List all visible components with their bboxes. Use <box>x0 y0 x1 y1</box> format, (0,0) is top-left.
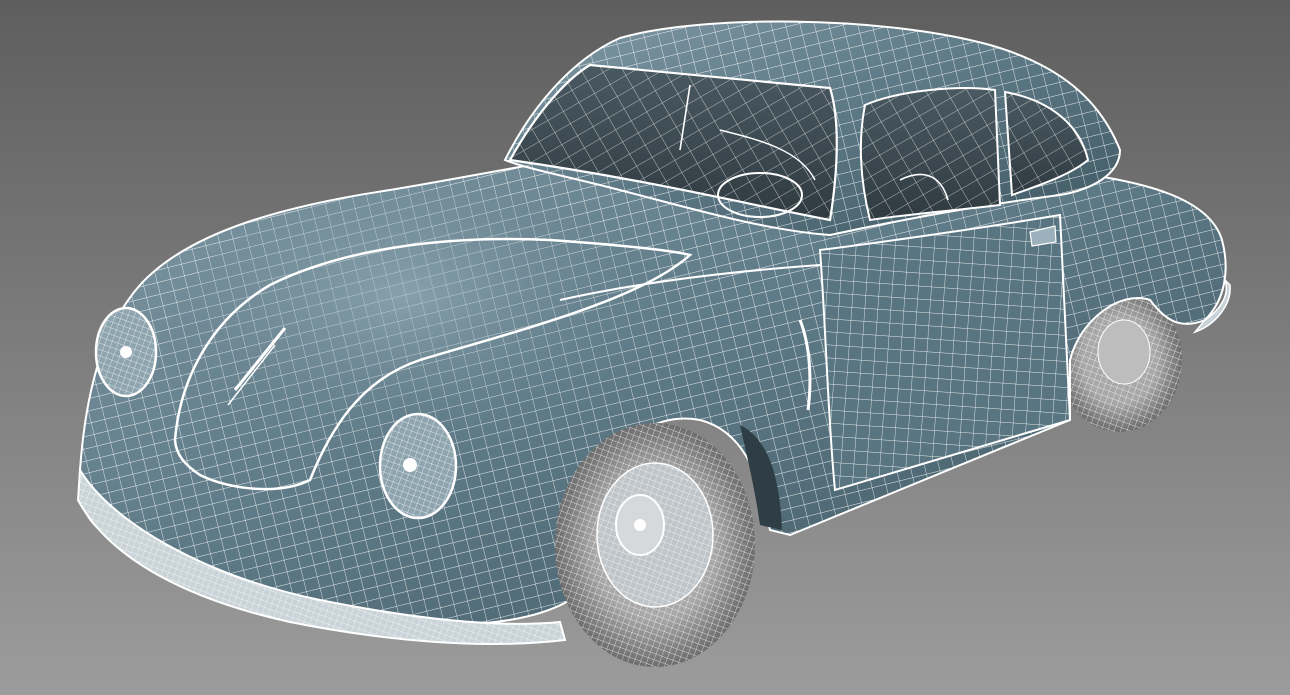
headlight-right[interactable] <box>378 412 458 520</box>
side-window-front[interactable] <box>859 87 1002 222</box>
headlight-left[interactable] <box>94 306 158 398</box>
3d-viewport[interactable] <box>0 0 1290 695</box>
car-wireframe-model[interactable] <box>0 0 1290 695</box>
door-panel[interactable] <box>818 213 1072 492</box>
front-wheel[interactable] <box>555 423 755 667</box>
